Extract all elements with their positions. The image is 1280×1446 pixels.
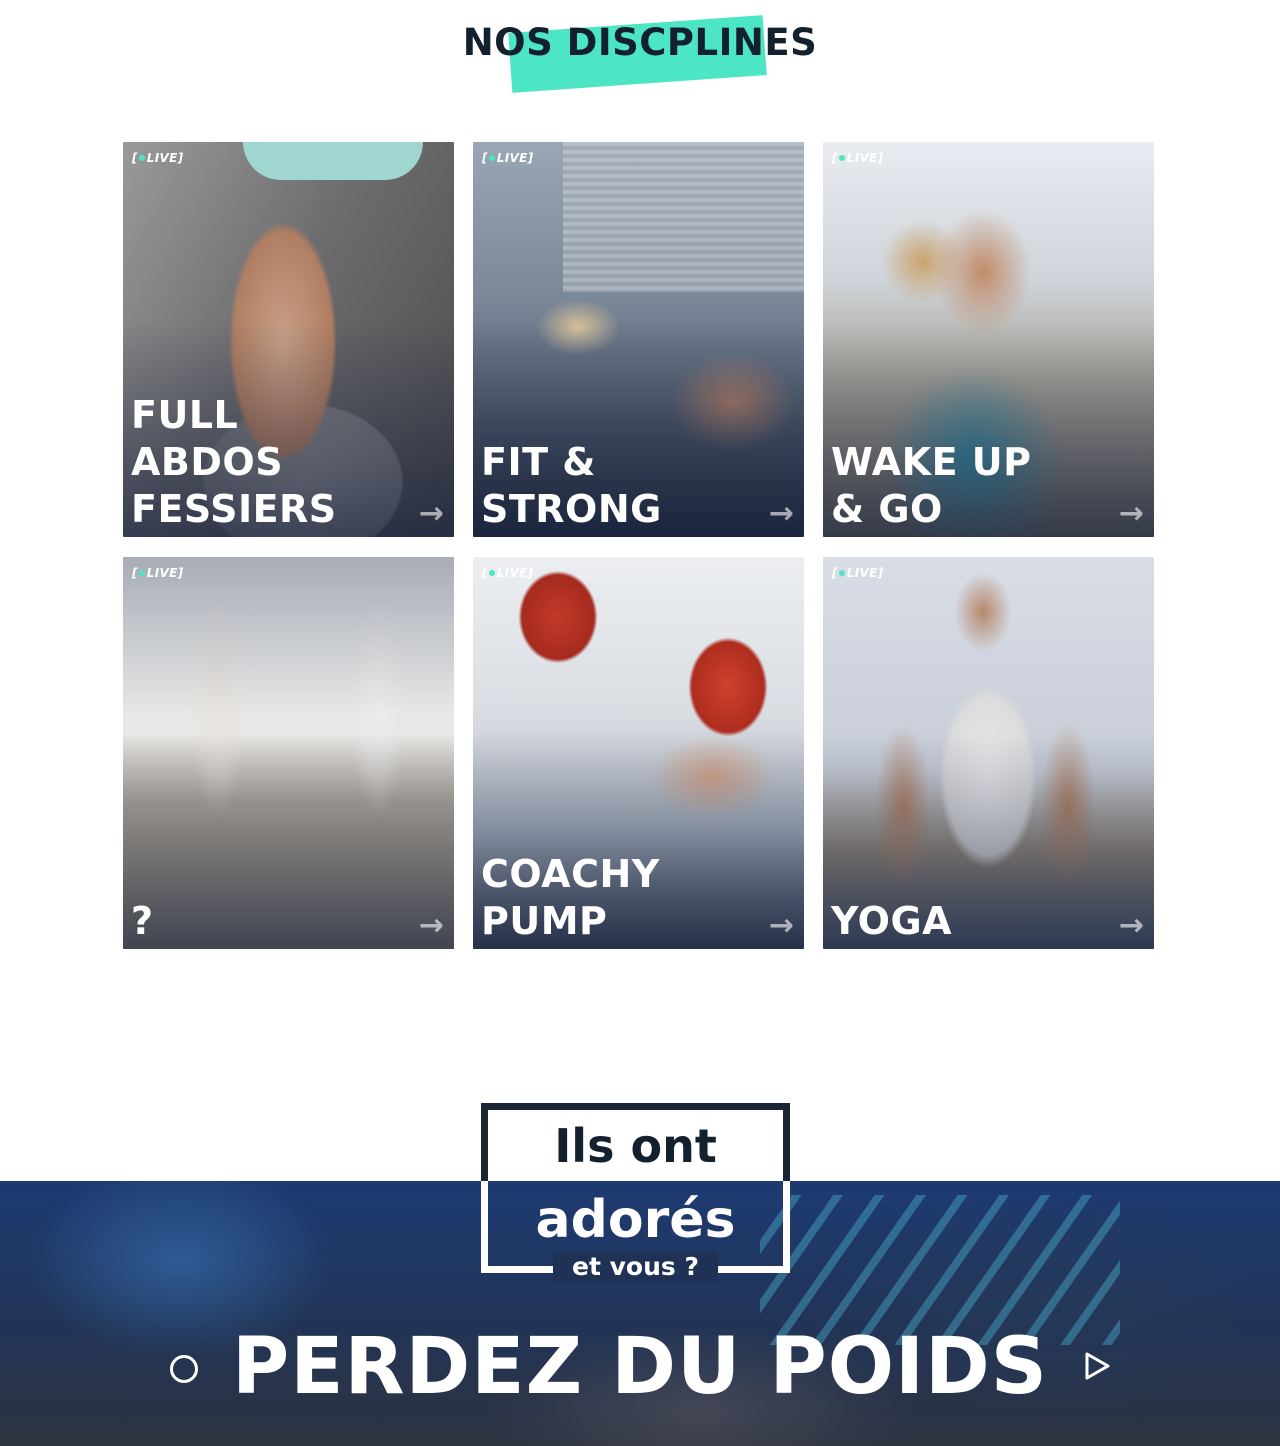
badge-text-ils-ont: Ils ont — [554, 1119, 717, 1173]
live-badge: [LIVE] — [132, 151, 184, 165]
live-dot-icon — [838, 570, 845, 576]
card-title: ? — [131, 899, 154, 943]
discipline-card-coachy-pump[interactable]: [LIVE] COACHY PUMP → — [473, 557, 804, 949]
badge-text-adores: adorés — [535, 1190, 736, 1250]
discipline-card-wake-up-go[interactable]: [LIVE] WAKE UP & GO → — [823, 142, 1154, 537]
arrow-right-icon[interactable]: → — [419, 499, 444, 529]
circle-icon[interactable] — [170, 1355, 198, 1383]
badge-text-et-vous: et vous ? — [553, 1252, 718, 1282]
live-badge: [LIVE] — [482, 151, 534, 165]
discipline-card-fit-strong[interactable]: [LIVE] FIT & STRONG → — [473, 142, 804, 537]
arrow-right-icon[interactable]: → — [769, 499, 794, 529]
live-badge: [LIVE] — [132, 566, 184, 580]
live-dot-icon — [138, 570, 145, 576]
live-badge: [LIVE] — [482, 566, 534, 580]
arrow-right-icon[interactable]: → — [769, 911, 794, 941]
play-triangle-icon[interactable] — [1082, 1351, 1112, 1381]
card-title: WAKE UP & GO — [831, 440, 1032, 531]
discipline-card-yoga[interactable]: [LIVE] YOGA → — [823, 557, 1154, 949]
card-title: COACHY PUMP — [481, 852, 660, 943]
discipline-card-full-abdos-fessiers[interactable]: [LIVE] FULL ABDOS FESSIERS → — [123, 142, 454, 537]
card-title: YOGA — [831, 899, 953, 943]
live-dot-icon — [838, 155, 845, 161]
live-dot-icon — [488, 570, 495, 576]
section-title: NOS DISCPLINES — [462, 21, 818, 64]
live-badge: [LIVE] — [832, 566, 884, 580]
section-title-block: NOS DISCPLINES — [0, 15, 1280, 93]
live-dot-icon — [488, 155, 495, 161]
live-dot-icon — [138, 155, 145, 161]
testimonial-headline: PERDEZ DU POIDS — [232, 1322, 1048, 1412]
discipline-card-unknown[interactable]: [LIVE] ? → — [123, 557, 454, 949]
card-title: FULL ABDOS FESSIERS — [131, 393, 337, 531]
card-title: FIT & STRONG — [481, 440, 662, 531]
arrow-right-icon[interactable]: → — [419, 911, 444, 941]
arrow-right-icon[interactable]: → — [1119, 911, 1144, 941]
arrow-right-icon[interactable]: → — [1119, 499, 1144, 529]
live-badge: [LIVE] — [832, 151, 884, 165]
